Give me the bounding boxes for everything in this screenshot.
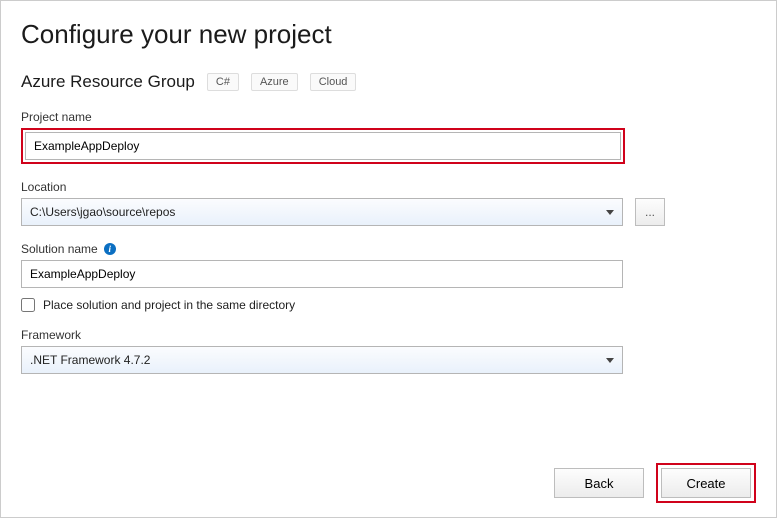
location-field: Location C:\Users\jgao\source\repos ... <box>21 180 756 226</box>
chevron-down-icon <box>606 210 614 215</box>
same-directory-checkbox[interactable] <box>21 298 35 312</box>
browse-button[interactable]: ... <box>635 198 665 226</box>
same-directory-row[interactable]: Place solution and project in the same d… <box>21 298 756 312</box>
solution-name-label: Solution name i <box>21 242 756 256</box>
tag-azure: Azure <box>251 73 298 91</box>
solution-name-field: Solution name i Place solution and proje… <box>21 242 756 312</box>
project-name-field: Project name <box>21 110 756 164</box>
location-combo[interactable]: C:\Users\jgao\source\repos <box>21 198 623 226</box>
back-button[interactable]: Back <box>554 468 644 498</box>
framework-value: .NET Framework 4.7.2 <box>30 353 150 367</box>
template-row: Azure Resource Group C# Azure Cloud <box>21 72 756 92</box>
create-button[interactable]: Create <box>661 468 751 498</box>
framework-field: Framework .NET Framework 4.7.2 <box>21 328 756 374</box>
same-directory-label: Place solution and project in the same d… <box>43 298 295 312</box>
tag-cloud: Cloud <box>310 73 357 91</box>
chevron-down-icon <box>606 358 614 363</box>
project-name-input[interactable] <box>25 132 621 160</box>
info-icon: i <box>104 243 116 255</box>
location-value: C:\Users\jgao\source\repos <box>30 205 175 219</box>
create-highlight: Create <box>656 463 756 503</box>
tag-csharp: C# <box>207 73 239 91</box>
framework-combo[interactable]: .NET Framework 4.7.2 <box>21 346 623 374</box>
page-title: Configure your new project <box>21 19 756 50</box>
template-name: Azure Resource Group <box>21 72 195 92</box>
framework-label: Framework <box>21 328 756 342</box>
footer-buttons: Back Create <box>554 463 756 503</box>
project-name-highlight <box>21 128 625 164</box>
solution-name-input[interactable] <box>21 260 623 288</box>
project-name-label: Project name <box>21 110 756 124</box>
location-label: Location <box>21 180 756 194</box>
solution-name-label-text: Solution name <box>21 242 98 256</box>
